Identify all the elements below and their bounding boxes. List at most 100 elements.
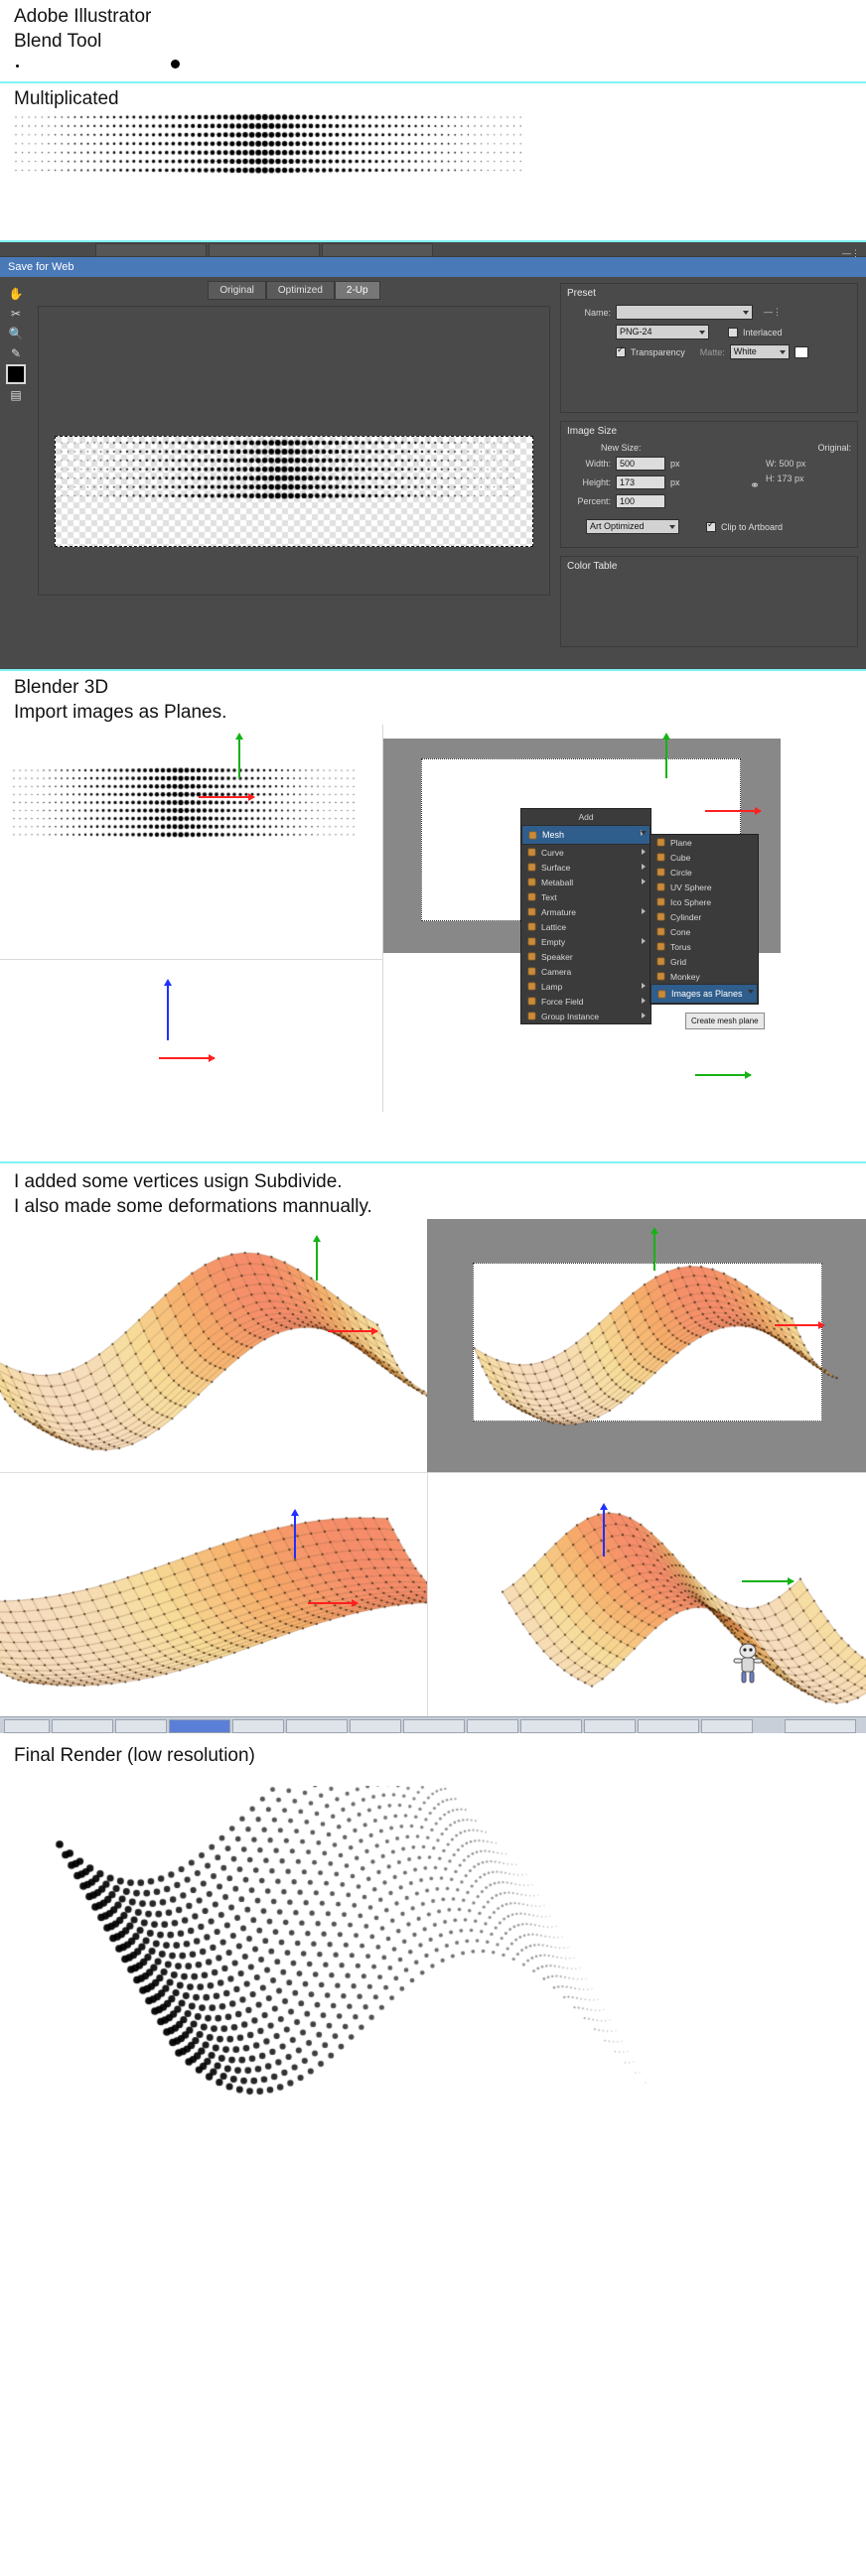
mesh-submenu-item-cube[interactable]: Cube (650, 850, 758, 865)
taskbar-item-1[interactable] (52, 1719, 113, 1733)
foreground-color-swatch[interactable] (6, 364, 26, 384)
taskbar-item-5[interactable] (286, 1719, 348, 1733)
group-instance-icon (527, 1012, 536, 1020)
sfw-window-tabs (0, 242, 866, 257)
submenu-arrow-icon (642, 983, 646, 989)
preset-save-delete-icons[interactable]: —⋮ (764, 307, 782, 318)
taskbar-item-4[interactable] (232, 1719, 284, 1733)
section-final-render: Final Render (low resolution) (0, 1733, 866, 2203)
eyedropper-tool-icon[interactable]: ✎ (6, 344, 26, 362)
add-menu-item-label: Surface (541, 862, 571, 873)
quality-select[interactable]: Art Optimized (586, 519, 679, 534)
height-input[interactable]: 173 (616, 475, 665, 489)
tab-optimized[interactable]: Optimized (265, 281, 335, 300)
taskbar-item-11[interactable] (638, 1719, 699, 1733)
submenu-arrow-icon (642, 998, 646, 1004)
add-menu-item-lattice[interactable]: Lattice (521, 919, 650, 934)
taskbar-item-6[interactable] (350, 1719, 401, 1733)
add-menu-item-label: Lamp (541, 981, 563, 992)
interlaced-checkbox[interactable] (728, 327, 738, 338)
torus-icon (656, 942, 665, 951)
add-menu-item-armature[interactable]: Armature (521, 904, 650, 919)
taskbar-start-button[interactable] (4, 1719, 50, 1733)
add-menu-item-surface[interactable]: Surface (521, 860, 650, 875)
taskbar-item-2[interactable] (115, 1719, 167, 1733)
mesh-submenu-item-grid[interactable]: Grid (650, 954, 758, 969)
constrain-proportions-chain-icon[interactable]: ⚭ (750, 478, 760, 492)
mesh-submenu-item-uv-sphere[interactable]: UV Sphere (650, 880, 758, 894)
images-as-planes-icon (657, 990, 666, 999)
taskbar-clock[interactable] (785, 1719, 856, 1733)
taskbar-item-8[interactable] (467, 1719, 518, 1733)
toggle-slices-icon[interactable]: ▤ (6, 386, 26, 404)
lamp-icon (527, 982, 536, 991)
speaker-icon (527, 952, 536, 961)
mesh-submenu-item-circle[interactable]: Circle (650, 865, 758, 880)
matte-select[interactable]: White (729, 344, 790, 359)
color-table-heading: Color Table (567, 561, 618, 572)
matte-color-swatch[interactable] (794, 345, 808, 358)
new-size-label: New Size: (601, 443, 642, 453)
mesh-submenu-item-label: Cube (670, 852, 691, 863)
taskbar-item-7[interactable] (403, 1719, 465, 1733)
sfw-preview-canvas[interactable] (38, 306, 550, 596)
hand-tool-icon[interactable]: ✋ (6, 285, 26, 303)
matte-label: Matte: (699, 346, 725, 357)
halftone-preview (56, 437, 532, 546)
add-menu-item-metaball[interactable]: Metaball (521, 875, 650, 889)
percent-input[interactable]: 100 (616, 494, 665, 508)
axis-arrow-red-bottom (159, 1054, 216, 1062)
mesh4-axis-green (741, 1577, 794, 1585)
preset-name-select[interactable] (616, 305, 753, 320)
multiplicated-title: Multiplicated (14, 88, 119, 109)
mesh-submenu-item-label: Grid (670, 956, 687, 967)
tab-original[interactable]: Original (208, 281, 266, 300)
mesh-submenu-item-torus[interactable]: Torus (650, 939, 758, 954)
text-icon (527, 892, 536, 901)
axis-arrow-red-right (705, 807, 762, 815)
transparency-checkbox[interactable] (616, 344, 626, 357)
original-size-label: Original: (817, 443, 851, 453)
clip-to-artboard-checkbox[interactable] (706, 519, 716, 532)
final-render-image (0, 1786, 866, 2203)
intro-line-1: Adobe Illustrator (14, 6, 152, 27)
mesh-panel-bottom-left (0, 1472, 427, 1716)
add-menu-item-group-instance[interactable]: Group Instance (521, 1009, 650, 1023)
add-menu-item-force-field[interactable]: Force Field (521, 994, 650, 1009)
taskbar-item-12[interactable] (701, 1719, 753, 1733)
mesh-panel-top-left (0, 1219, 427, 1472)
mesh-submenu-item-plane[interactable]: Plane (650, 835, 758, 850)
mesh-submenu-item-monkey[interactable]: Monkey (650, 969, 758, 984)
slice-tool-icon[interactable]: ✂ (6, 305, 26, 323)
add-menu-item-speaker[interactable]: Speaker (521, 949, 650, 964)
color-table-menu-icon[interactable]: —⋮ (842, 248, 860, 259)
taskbar-item-9[interactable] (520, 1719, 582, 1733)
mesh2-axis-red (775, 1321, 825, 1329)
force-field-icon (527, 997, 536, 1006)
add-menu-item-lamp[interactable]: Lamp (521, 979, 650, 994)
mesh-submenu-item-ico-sphere[interactable]: Ico Sphere (650, 894, 758, 909)
format-select[interactable]: PNG-24 (616, 325, 709, 339)
add-menu-item-mesh[interactable]: Mesh (521, 825, 650, 845)
add-menu-item-label: Lattice (541, 921, 567, 932)
tab-2up[interactable]: 2-Up (334, 281, 380, 300)
mesh-submenu-item-cylinder[interactable]: Cylinder (650, 909, 758, 924)
add-menu-item-empty[interactable]: Empty (521, 934, 650, 949)
uv-sphere-icon (656, 882, 665, 891)
mesh-submenu-item-images-as-planes[interactable]: Images as Planes (650, 984, 758, 1004)
mesh-submenu-item-cone[interactable]: Cone (650, 924, 758, 939)
taskbar-item-3[interactable] (169, 1719, 230, 1733)
clip-to-artboard-label: Clip to Artboard (721, 521, 784, 532)
metaball-icon (527, 878, 536, 886)
add-menu-item-curve[interactable]: Curve (521, 845, 650, 860)
width-input[interactable]: 500 (616, 457, 665, 471)
os-taskbar[interactable] (0, 1716, 866, 1733)
taskbar-item-10[interactable] (584, 1719, 636, 1733)
add-menu-item-camera[interactable]: Camera (521, 964, 650, 979)
mesh2-axis-green (650, 1227, 658, 1271)
percent-label: Percent: (577, 496, 611, 506)
blender-mesh-submenu: Plane Cube Circle UV Sphere Ico Sphere Cylind… (650, 834, 759, 1005)
blender-add-menu: Add Mesh Curve Surface Metaball Text Armature… (520, 808, 651, 1024)
add-menu-item-text[interactable]: Text (521, 889, 650, 904)
zoom-tool-icon[interactable]: 🔍 (6, 325, 26, 342)
